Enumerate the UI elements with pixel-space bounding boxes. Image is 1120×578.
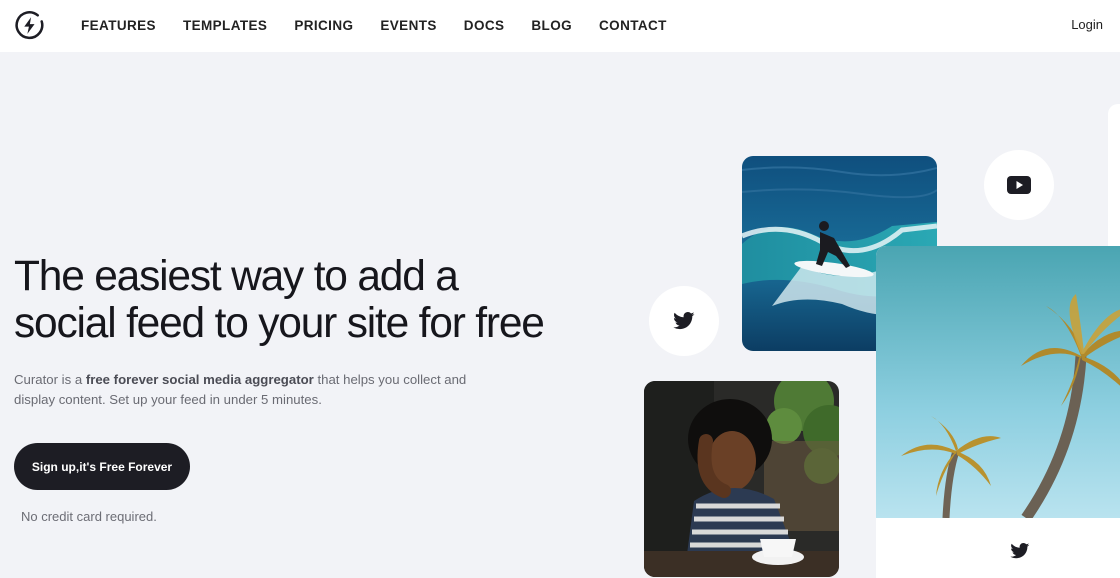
twitter-icon — [673, 312, 695, 330]
youtube-bubble — [984, 150, 1054, 220]
hero-title-line-2: social feed to your site for free — [14, 300, 545, 347]
nav-link-features[interactable]: FEATURES — [81, 18, 156, 33]
no-credit-card-note: No credit card required. — [21, 509, 157, 524]
nav-links: FEATURES TEMPLATES PRICING EVENTS DOCS B… — [81, 0, 694, 50]
nav-link-pricing[interactable]: PRICING — [294, 18, 353, 33]
signup-button[interactable]: Sign up,it's Free Forever — [14, 443, 190, 490]
nav-link-contact[interactable]: CONTACT — [599, 18, 667, 33]
palm-trees-photo — [876, 246, 1120, 518]
woman-with-coffee-photo — [644, 381, 839, 577]
curator-logo-icon[interactable] — [14, 10, 45, 41]
nav-link-blog[interactable]: BLOG — [531, 18, 572, 33]
nav-link-events[interactable]: EVENTS — [380, 18, 436, 33]
hero-subtitle-intro: Curator is a — [14, 372, 86, 387]
hero-subtitle-highlight: free forever social media aggregator — [85, 372, 314, 387]
hero-title: The easiest way to add a social feed to … — [14, 253, 614, 347]
top-nav: FEATURES TEMPLATES PRICING EVENTS DOCS B… — [0, 0, 1120, 52]
hero-title-line-1: The easiest way to add a — [14, 253, 459, 300]
background-panel — [1108, 104, 1120, 246]
twitter-bubble — [649, 286, 719, 356]
nav-link-templates[interactable]: TEMPLATES — [183, 18, 267, 33]
social-post-card — [876, 246, 1120, 578]
twitter-icon — [1010, 543, 1030, 559]
login-link[interactable]: Login — [1071, 17, 1103, 32]
nav-link-docs[interactable]: DOCS — [464, 18, 505, 33]
youtube-icon — [1007, 176, 1031, 194]
hero-subtitle: Curator is a free forever social media a… — [14, 370, 474, 410]
